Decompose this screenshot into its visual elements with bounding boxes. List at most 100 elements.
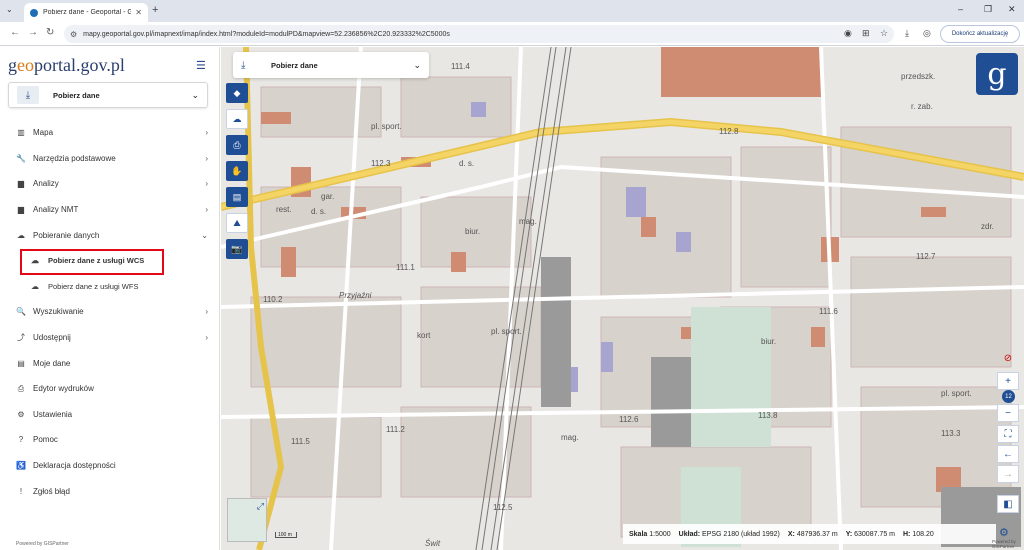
back-icon[interactable]: ← [10,27,20,38]
chevron-right-icon: › [205,128,208,138]
map-label: r. zab. [911,102,933,111]
address-bar[interactable]: ⚙ mapy.geoportal.gov.pl/imapnext/imap/in… [64,25,894,43]
sidebar-item-moje-dane[interactable]: ▤ Moje dane [0,350,220,376]
module-select[interactable]: ⤓ Pobierz dane ⌄ [8,82,208,108]
download-icon[interactable]: ⤓ [905,28,909,39]
sidebar-menu: ▥ Mapa › 🔧 Narzędzia podstawowe › ▆ Analizy › … [0,120,220,504]
geoportal-app-logo[interactable]: g [976,53,1018,95]
map-label: d. s. [311,207,327,216]
geoportal-logo[interactable]: geoportal.gov.pl [8,55,125,76]
next-view-button[interactable]: → [997,465,1019,483]
reload-icon[interactable]: ↻ [46,27,54,38]
tab-title: Pobierz dane - Geoportal - GU... [43,9,132,16]
sidebar-item-label: Pomoc [33,435,58,445]
map-label: biur. [761,337,777,346]
chevron-down-icon: ⌄ [201,230,208,240]
map-label: pl. sport. [491,327,522,336]
update-button[interactable]: Dokończ aktualizację [940,25,1020,43]
zoom-out-button[interactable]: − [997,404,1019,422]
cloud-button[interactable]: ☁ [226,109,248,129]
no-entry-icon[interactable]: ⊘ [997,349,1019,367]
eye-off-icon[interactable]: ◉ [844,28,852,39]
sidebar-item-analizy-nmt[interactable]: ▆ Analizy NMT › [0,197,220,223]
map-label: zdr. [981,222,994,231]
sidebar-item-pobieranie-danych[interactable]: ☁ Pobieranie danych ⌄ [0,222,220,248]
sidebar-item-pomoc[interactable]: ? Pomoc [0,427,220,453]
sidebar-item-label: Udostępnij [33,333,71,343]
map-label: gar. [321,192,335,201]
layers-button[interactable]: ◆ [226,83,248,103]
printer-icon: ⎙ [17,383,25,393]
minimize-icon[interactable]: – [958,4,963,14]
sidebar-item-label: Edytor wydruków [33,384,94,394]
zoom-in-button[interactable]: + [997,372,1019,390]
tab-search-icon[interactable]: ⌄ [6,5,13,14]
chevron-right-icon: › [205,153,208,163]
previous-view-button[interactable]: ← [997,445,1019,463]
selection-highlight [20,249,164,275]
submenu-item-wfs[interactable]: ☁ Pobierz dane z usługi WFS [0,274,220,300]
map-module-label: Pobierz dane [271,60,318,70]
h-value: 108.20 [912,530,934,538]
crs-value[interactable]: EPSG 2180 (układ 1992) [702,531,780,538]
sidebar-item-narzedzia[interactable]: 🔧 Narzędzia podstawowe › [0,146,220,172]
zoom-level-badge: 12 [1002,390,1015,403]
close-window-icon[interactable]: ✕ [1008,4,1016,15]
map-label: 111.6 [819,307,838,316]
new-tab-icon[interactable]: + [152,4,158,16]
camera-button[interactable]: 📷 [226,239,248,259]
profile-icon[interactable]: ◎ [923,28,931,39]
expand-icon[interactable]: ⤢ [257,501,264,512]
chevron-right-icon: › [205,205,208,215]
close-tab-icon[interactable]: ✕ [135,8,142,17]
restore-icon[interactable]: ❐ [984,4,992,15]
browser-tab[interactable]: Pobierz dane - Geoportal - GU... ✕ [24,3,148,22]
map-canvas[interactable]: 111.4 pl. sport. 112.3 d. s. gar. rest. … [221,47,1024,550]
powered-by: Powered by GISPartner [16,541,69,547]
document-button[interactable]: ▤ [226,187,248,207]
map-label: 111.1 [396,263,415,272]
sidebar-item-wyszukiwanie[interactable]: 🔍 Wyszukiwanie › [0,299,220,325]
h-label: H: [903,530,911,538]
terrain-button[interactable]: ⛰ [226,213,248,233]
site-info-icon[interactable]: ⚙ [70,30,77,39]
map-label: mag. [519,217,537,226]
sidebar-item-zglos-blad[interactable]: ! Zgłoś błąd [0,478,220,504]
hand-tool-button[interactable]: ✋ [226,161,248,181]
gear-icon[interactable]: ⚙ [999,526,1009,539]
print-button[interactable]: ⎙ [226,135,248,155]
folder-icon: ▤ [17,358,25,368]
chevron-right-icon: › [205,179,208,189]
overview-map[interactable]: ⤢ [227,498,267,542]
y-label: Y: [845,530,853,538]
map-label: 112.7 [916,252,936,261]
sidebar-item-deklaracja[interactable]: ♿ Deklaracja dostępności [0,453,220,479]
alert-icon: ! [19,486,23,496]
sidebar-item-udostepnij[interactable]: ⤴ Udostępnij › [0,325,220,351]
download-data-icon: ⤓ [17,86,39,104]
sidebar-item-edytor-wydrukow[interactable]: ⎙ Edytor wydruków [0,376,220,402]
map-label: rest. [276,205,292,214]
map-label: pl. sport. [371,122,402,131]
full-extent-button[interactable]: ⛶ [997,425,1019,443]
map-street-label: Przyjaźni [339,291,372,300]
map-label: 112.8 [719,127,739,136]
map-label: przedszk. [901,72,936,81]
favicon-icon [30,8,38,17]
share-icon: ⤴ [17,333,25,343]
map-label: 112.5 [493,503,513,512]
cloud-download-icon: ☁ [17,230,25,240]
map-module-select[interactable]: ⤓ Pobierz dane ⌄ [233,52,429,78]
sidebar-item-mapa[interactable]: ▥ Mapa › [0,120,220,146]
sidebar-item-ustawienia[interactable]: ⚙ Ustawienia [0,402,220,428]
install-icon[interactable]: ⊞ [862,28,870,39]
sidebar-item-analizy[interactable]: ▆ Analizy › [0,171,220,197]
forward-icon[interactable]: → [28,27,38,38]
collapse-menu-icon[interactable]: ☰ [196,59,206,72]
sidebar-item-label: Analizy [33,179,59,189]
map-label: 111.2 [386,425,405,434]
map-view-button[interactable]: ◧ [997,495,1019,513]
bookmark-star-icon[interactable]: ☆ [880,28,888,39]
scale-value[interactable]: 1:5000 [649,531,670,538]
sidebar-item-label: Pobieranie danych [33,230,100,240]
